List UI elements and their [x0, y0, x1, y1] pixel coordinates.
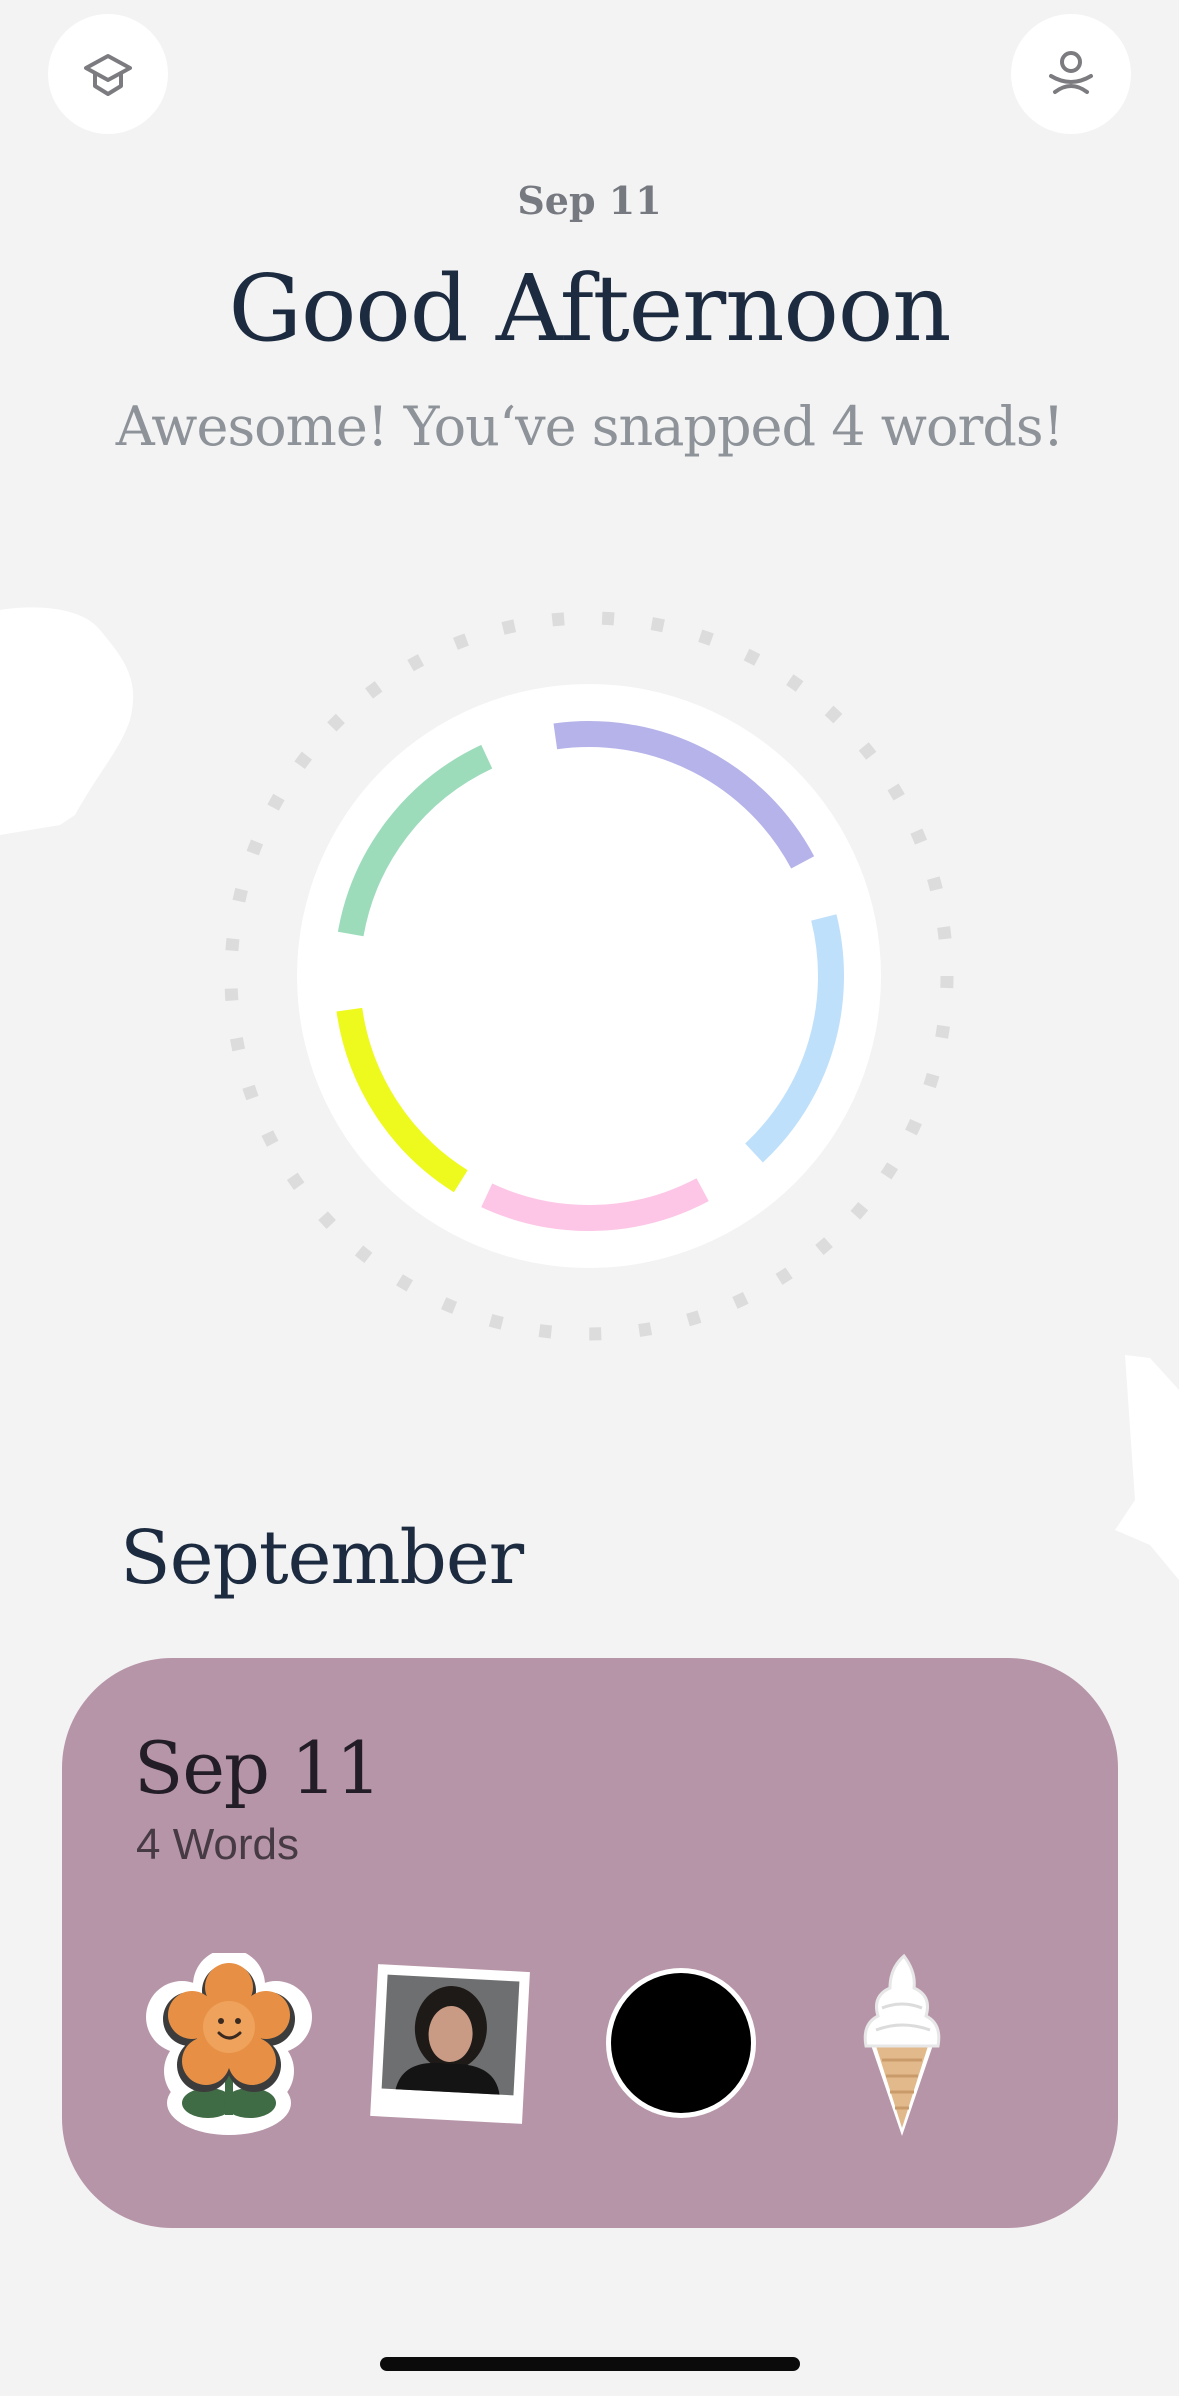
black-circle-sticker[interactable]	[603, 1965, 759, 2121]
graduation-cap-icon	[84, 54, 132, 96]
profile-icon	[1049, 51, 1093, 94]
ring-background	[297, 684, 881, 1268]
home-indicator[interactable]	[380, 2357, 800, 2371]
month-heading: September	[120, 1515, 524, 1601]
photo-sticker[interactable]	[364, 1960, 536, 2130]
progress-ring[interactable]	[180, 580, 1000, 1360]
ice-cream-sticker[interactable]	[852, 1950, 952, 2138]
flower-sticker[interactable]	[146, 1953, 312, 2137]
current-date: Sep 11	[517, 178, 662, 223]
profile-button[interactable]	[1011, 14, 1131, 134]
day-card[interactable]: Sep 11 4 Words	[62, 1658, 1118, 2228]
card-date: Sep 11	[134, 1726, 382, 1810]
snap-summary: Awesome! You‘ve snapped 4 words!	[115, 395, 1065, 458]
greeting-title: Good Afternoon	[228, 255, 952, 362]
decorative-cloud-shape	[0, 607, 134, 835]
card-word-count: 4 Words	[136, 1820, 300, 1869]
learn-button[interactable]	[48, 14, 168, 134]
decorative-star-shape	[1115, 1355, 1179, 1580]
